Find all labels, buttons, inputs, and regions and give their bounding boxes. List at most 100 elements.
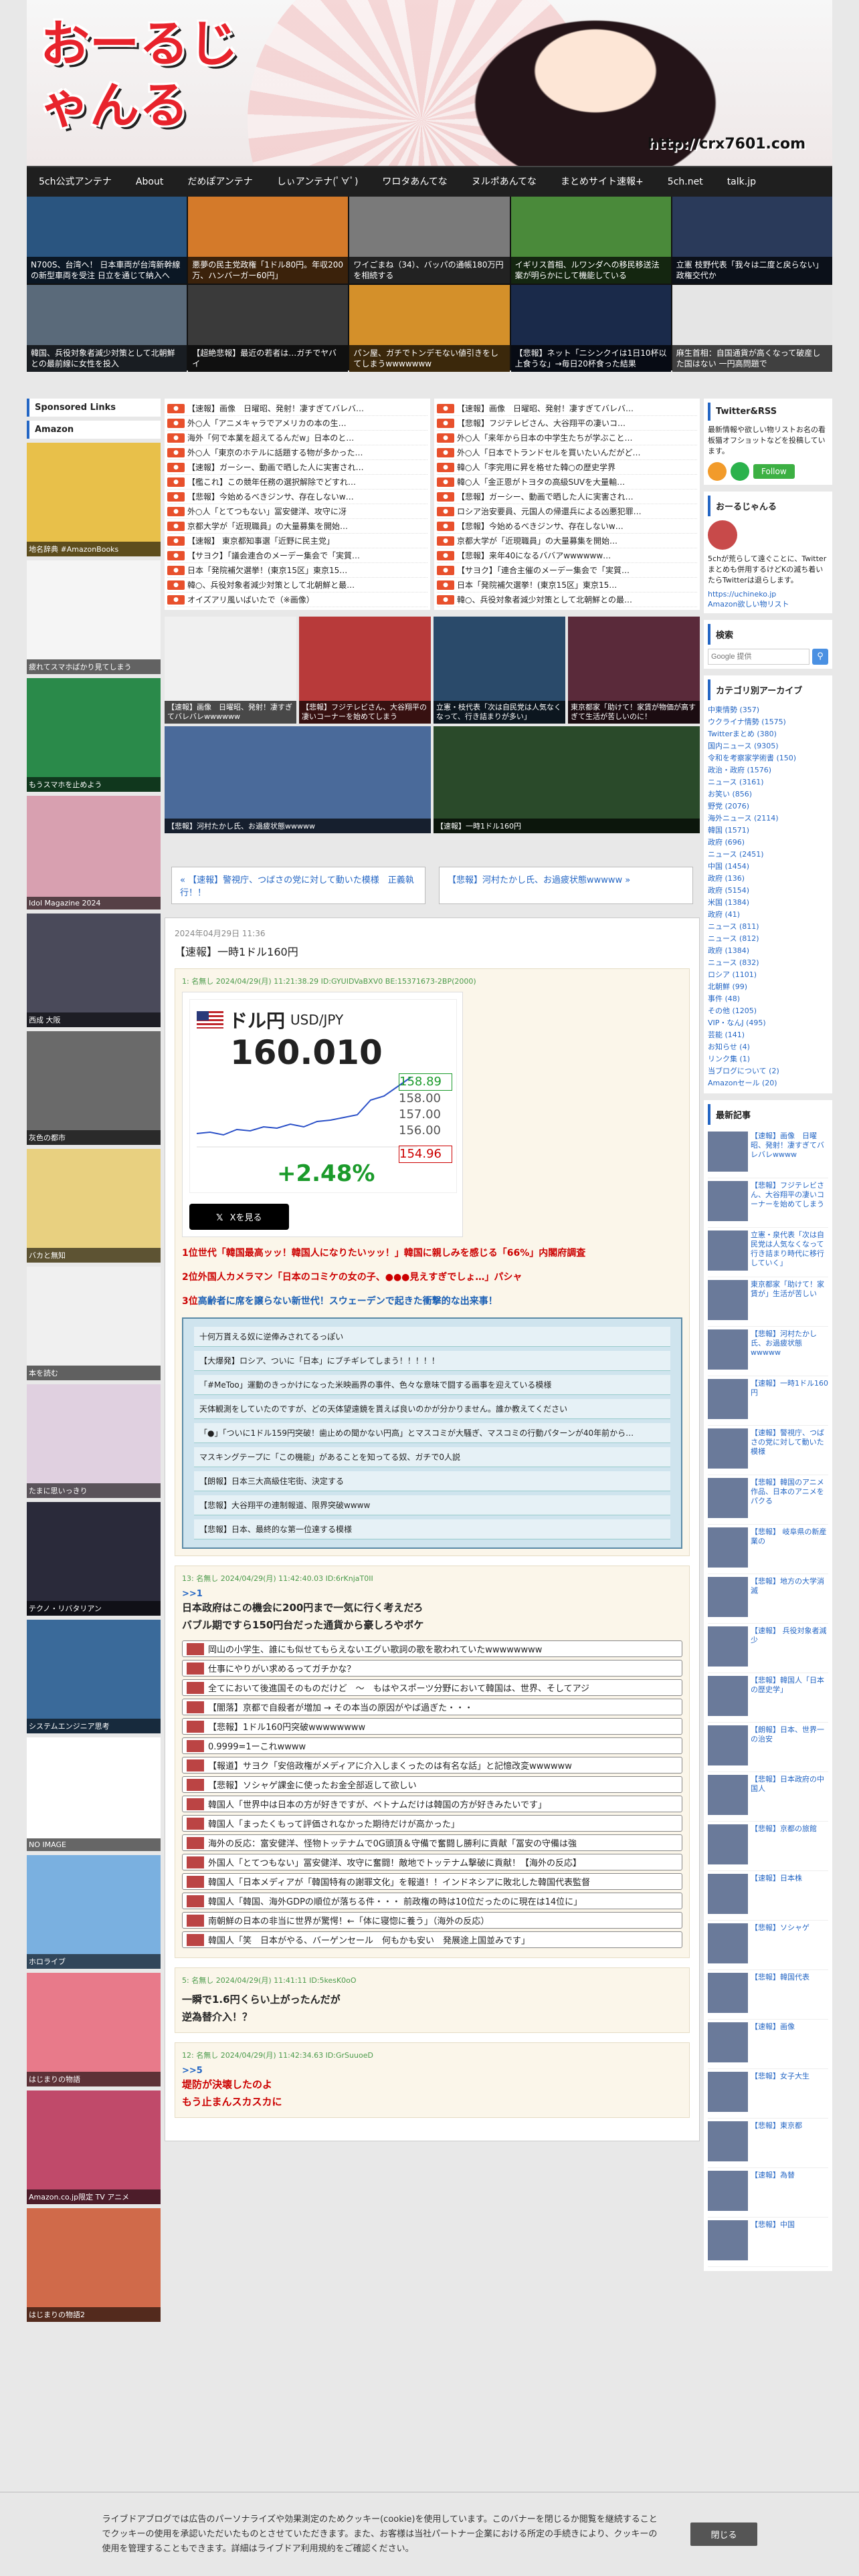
rss-item[interactable]: ● 韓○人「李完用に昇を格せた韓○の歴史学界	[437, 460, 697, 475]
search-input[interactable]	[708, 649, 809, 665]
antenna-link[interactable]: 【報道】サヨク「安倍政権がメディアに介入しまくったのは有名な話」と記憶改変www…	[182, 1757, 682, 1774]
category-link[interactable]: 政府 (41)	[708, 909, 828, 921]
category-link[interactable]: 政府 (5154)	[708, 885, 828, 897]
category-link[interactable]: ニュース (3161)	[708, 776, 828, 788]
related-link[interactable]: 「#MeToo」運動のきっかけになった米映画界の事件、色々な意味で闘する画事を迎…	[194, 1375, 670, 1395]
category-link[interactable]: 政府 (136)	[708, 873, 828, 885]
antenna-link[interactable]: 韓国人「日本メディアが「韓国特有の謝罪文化」を報道！！インドネシアに敗北した韓国…	[182, 1873, 682, 1890]
category-link[interactable]: ニュース (812)	[708, 933, 828, 945]
category-link[interactable]: お知らせ (4)	[708, 1041, 828, 1053]
header-banner[interactable]: おーるじゃんる http://crx7601.com	[27, 0, 832, 167]
thumbnail-link[interactable]: イギリス首相、ルワンダへの移民移送法案が明らかにして機能している	[510, 197, 671, 284]
nav-item[interactable]: 5ch公式アンテナ	[27, 167, 124, 197]
related-link[interactable]: 【悲報】日本、最終的な第一位達する模様	[194, 1519, 670, 1539]
ranking-item[interactable]: 2位外国人カメラマン「日本のコミケの女の子、●●●見えすぎでしょ…」パシャ	[182, 1269, 682, 1285]
nav-item[interactable]: About	[124, 167, 175, 197]
rss-item[interactable]: ● 【悲報】今始めるべきジンサ、存在しないw…	[437, 519, 697, 534]
rss-item[interactable]: ● 外○人「アニメキャラでアメリカの本の生…	[167, 416, 427, 431]
rss-item[interactable]: ● 韓○人「金正恩がトヨタの高級SUVを大量輸…	[437, 475, 697, 490]
rss-icon[interactable]	[708, 462, 727, 481]
rss-item[interactable]: ● 外○人「東京のホテルに話題する物が多かった…	[167, 445, 427, 460]
ranking-item[interactable]: 3位高齢者に席を譲らない新世代！スウェーデンで起きた衝撃的な出来事！	[182, 1293, 682, 1309]
rss-item[interactable]: ● オイズアリ風いばいたで（※画像）	[167, 593, 427, 607]
prev-article-link[interactable]: « 【速報】警視庁、つばさの党に対して動いた模様 正義執行！！	[171, 867, 425, 904]
recent-article[interactable]: 【悲報】日本政府の中国人	[708, 1772, 828, 1822]
rss-item[interactable]: ● 【悲報】ガーシー、動画で晒した人に実害され…	[437, 490, 697, 504]
recent-article[interactable]: 【悲報】女子大生	[708, 2069, 828, 2119]
recent-article[interactable]: 【速報】警視庁、つばさの党に対して動いた模様	[708, 1426, 828, 1475]
category-link[interactable]: ニュース (811)	[708, 921, 828, 933]
category-link[interactable]: ロシア (1101)	[708, 969, 828, 981]
site-logo[interactable]: おーるじゃんる	[40, 13, 261, 147]
antenna-link[interactable]: 【悲報】1ドル160円突破wwwwwwww	[182, 1718, 682, 1735]
rss-item[interactable]: ● 【檻これ】この競年任務の選択解除でどすれ…	[167, 475, 427, 490]
category-link[interactable]: 野党 (2076)	[708, 800, 828, 813]
nav-item[interactable]: まとめサイト速報+	[549, 167, 656, 197]
nav-item[interactable]: だめぽアンテナ	[175, 167, 264, 197]
rss-item[interactable]: ● 【速報】ガーシー、動画で晒した人に実害され…	[167, 460, 427, 475]
category-link[interactable]: 当ブログについて (2)	[708, 1065, 828, 1077]
category-link[interactable]: 国内ニュース (9305)	[708, 740, 828, 752]
rss-item[interactable]: ● 【速報】画像 日曜昭、発射！凄すぎてバレバ…	[167, 401, 427, 416]
antenna-link[interactable]: 南朝鮮の日本の非当に世界が驚愕！←「体に寝惚に養う」（海外の反応）	[182, 1912, 682, 1929]
thumbnail-link[interactable]: ワイごまね（34）、バッパの通帳180万円を相続する	[349, 197, 510, 284]
recent-article[interactable]: 【速報】一時1ドル160円	[708, 1376, 828, 1426]
next-article-link[interactable]: 【悲報】河村たかし氏、お過疲状態wwwww »	[439, 867, 693, 904]
nav-item[interactable]: ヌルポあんてな	[460, 167, 549, 197]
rss-item[interactable]: ● 【悲報】フジテレビさん、大谷翔平の凄いコ…	[437, 416, 697, 431]
search-button[interactable]: ⚲	[812, 649, 828, 665]
category-link[interactable]: Amazonセール (20)	[708, 1077, 828, 1089]
related-link[interactable]: 【悲報】大谷翔平の連制報道、限界突破wwww	[194, 1495, 670, 1515]
antenna-link[interactable]: 【闇落】京都で自殺者が増加 → その本当の原因がやば過ぎた・・・	[182, 1699, 682, 1715]
recent-article[interactable]: 【悲報】中国	[708, 2218, 828, 2267]
cookie-close-button[interactable]: 閉じる	[690, 2523, 757, 2546]
antenna-link[interactable]: 韓国人「世界中は日本の方が好きですが、ベトナムだけは韓国の方が好きみたいです」	[182, 1796, 682, 1812]
reply-anchor[interactable]: >>5	[182, 2066, 682, 2076]
category-link[interactable]: 北朝鮮 (99)	[708, 981, 828, 993]
picture-link[interactable]: 【悲報】河村たかし氏、お過疲状態wwwww	[165, 726, 431, 833]
ranking-item[interactable]: 1位世代「韓国最高ッッ！韓国人になりたいッッ！」韓国に親しみを感じる「66%」内…	[182, 1245, 682, 1261]
antenna-link[interactable]: 韓国人「笑 日本がやる、バーゲンセール 何もかも安い 発展途上国並みです」	[182, 1931, 682, 1948]
wishlist-link[interactable]: Amazon欲しい物リスト	[708, 599, 828, 609]
related-link[interactable]: 十何万貰える奴に逆俸みされてるっぽい	[194, 1327, 670, 1347]
amazon-product[interactable]: もうスマホを止めよう	[27, 678, 161, 792]
category-link[interactable]: お笑い (856)	[708, 788, 828, 800]
related-link[interactable]: マスキングテープに「この機能」があることを知ってる奴、ガチで0人説	[194, 1447, 670, 1467]
amazon-product[interactable]: Idol Magazine 2024	[27, 796, 161, 909]
antenna-link[interactable]: 全てにおいて後進国そのものだけど ～ もはやスポーツ分野において韓国は、世界、そ…	[182, 1679, 682, 1696]
amazon-product[interactable]: システムエンジニア思考	[27, 1620, 161, 1733]
picture-link[interactable]: 【速報】一時1ドル160円	[434, 726, 700, 833]
amazon-product[interactable]: 地名辞典 #AmazonBooks	[27, 443, 161, 556]
related-link[interactable]: 天体観測をしていたのですが、どの天体望遠鏡を貰えば良いのかが分かりません。誰か教…	[194, 1399, 670, 1419]
rss-item[interactable]: ● 韓○、兵役対象者減少対策として北朝鮮と最…	[167, 578, 427, 593]
category-link[interactable]: 政府 (696)	[708, 837, 828, 849]
picture-link[interactable]: 【悲報】フジテレビさん、大谷翔平の凄いコーナーを始めてしまう	[299, 617, 431, 724]
recent-article[interactable]: 【朗報】日本、世界一の治安	[708, 1723, 828, 1772]
rss-item[interactable]: ● 外○人「来年から日本の中学生たちが学ぶこと…	[437, 431, 697, 445]
rss-item[interactable]: ● 【速報】画像 日曜昭、発射！凄すぎてバレバ…	[437, 401, 697, 416]
picture-link[interactable]: 【速報】画像 日曜昭、発射！凄すぎてバレバレwwwwww	[165, 617, 296, 724]
amazon-product[interactable]: Amazon.co.jp限定 TV アニメ	[27, 2090, 161, 2204]
related-link[interactable]: 【大爆発】ロシア、ついに「日本」にブチギレてしまう！！！！！	[194, 1351, 670, 1371]
antenna-link[interactable]: 外国人「とてつもない」冨安健洋、攻守に奮闘！敵地でトッテナム撃破に貢献！【海外の…	[182, 1854, 682, 1870]
recent-article[interactable]: 【速報】為替	[708, 2168, 828, 2218]
rss-item[interactable]: ● 外○人「日本でトランドセルを買いたいんだがど…	[437, 445, 697, 460]
category-link[interactable]: 中東情勢 (357)	[708, 704, 828, 716]
thumbnail-link[interactable]: 【超絶悲報】最近の若者は…ガチでヤバイ	[188, 285, 349, 372]
category-link[interactable]: 中国 (1454)	[708, 861, 828, 873]
category-link[interactable]: 米国 (1384)	[708, 897, 828, 909]
recent-article[interactable]: 【悲報】 岐阜県の新産業の	[708, 1525, 828, 1574]
nav-item[interactable]: しぃアンテナ(ﾟ∀ﾟ)	[265, 167, 371, 197]
category-link[interactable]: 政治・政府 (1576)	[708, 764, 828, 776]
category-link[interactable]: 令和を考察家学術書 (150)	[708, 752, 828, 764]
antenna-link[interactable]: 岡山の小学生、誰にも似せてもらえないエグい歌詞の歌を歌われていたwwwwwwww	[182, 1640, 682, 1657]
rss-item[interactable]: ● 【速報】 東京都知事選「近野に民主党」	[167, 534, 427, 548]
recent-article[interactable]: 【悲報】韓国のアニメ作品、日本のアニメをパクる	[708, 1475, 828, 1525]
thumbnail-link[interactable]: 【悲報】ネット「ニシンクイは1日10杯以上食うな」→毎日20杯食った結果	[510, 285, 671, 372]
rss-item[interactable]: ● 日本「発院補欠選挙！(東京15区」東京15…	[437, 578, 697, 593]
recent-article[interactable]: 立憲・泉代表「次は自民党は人気なくなって行き詰まり時代に移行していく」	[708, 1228, 828, 1277]
recent-article[interactable]: 【速報】画像	[708, 2020, 828, 2069]
recent-article[interactable]: 【悲報】韓国人「日本の歴史学」	[708, 1673, 828, 1723]
recent-article[interactable]: 【悲報】地方の大学消滅	[708, 1574, 828, 1624]
rss-item[interactable]: ● 【悲報】今始めるべきジンサ、存在しないw…	[167, 490, 427, 504]
